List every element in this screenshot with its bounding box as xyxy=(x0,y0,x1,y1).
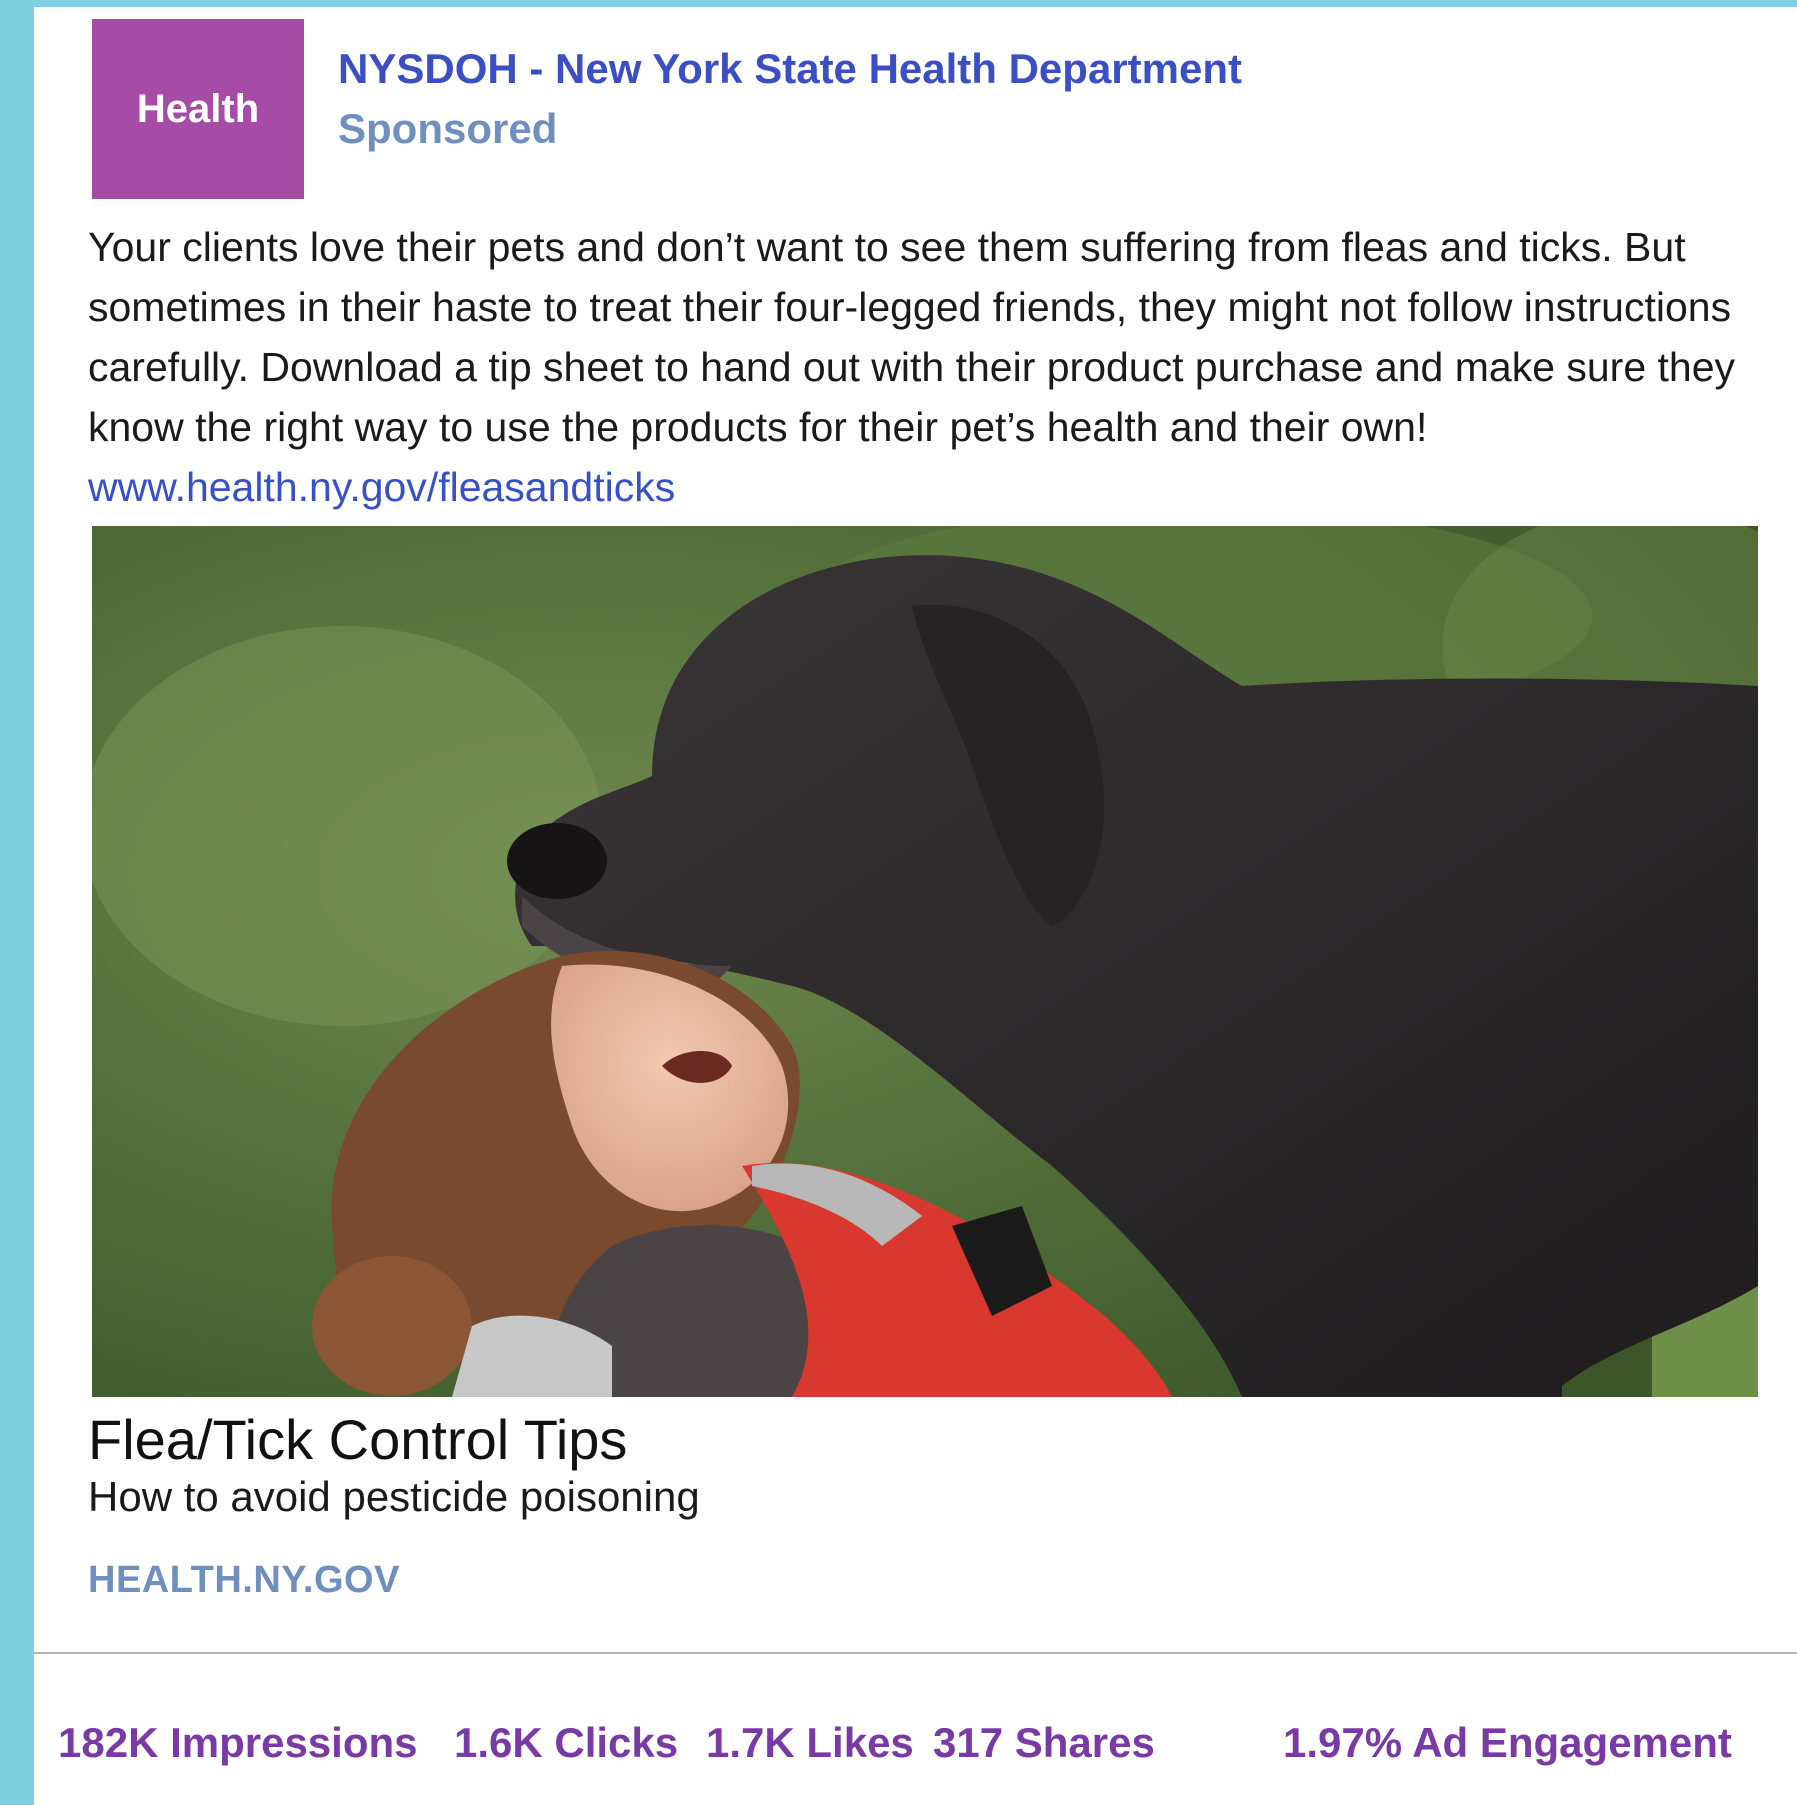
link-headline[interactable]: Flea/Tick Control Tips xyxy=(88,1407,627,1472)
stat-clicks: 1.6K Clicks xyxy=(454,1719,679,1766)
post-photo[interactable] xyxy=(92,526,1758,1397)
stats-bar: 182K Impressions 1.6K Clicks 1.7K Likes … xyxy=(58,1719,1778,1779)
post-body: Your clients love their pets and don’t w… xyxy=(88,217,1768,517)
page-avatar[interactable]: Health xyxy=(92,19,304,199)
sponsored-label: Sponsored xyxy=(338,105,558,152)
post-body-link[interactable]: www.health.ny.gov/fleasandticks xyxy=(88,464,675,510)
stat-impressions: 182K Impressions xyxy=(58,1719,418,1766)
link-domain[interactable]: HEALTH.NY.GOV xyxy=(88,1559,400,1602)
post-card: Health NYSDOH - New York State Health De… xyxy=(34,7,1797,1805)
stat-engagement: 1.97% Ad Engagement xyxy=(1283,1719,1732,1766)
stat-likes: 1.7K Likes xyxy=(706,1719,914,1766)
link-description: How to avoid pesticide poisoning xyxy=(88,1473,700,1520)
post-body-text: Your clients love their pets and don’t w… xyxy=(88,224,1736,450)
page-name-link[interactable]: NYSDOH - New York State Health Departmen… xyxy=(338,45,1242,93)
avatar-label: Health xyxy=(136,86,260,131)
dog-and-woman-photo xyxy=(92,526,1758,1397)
stats-divider xyxy=(34,1652,1797,1654)
stat-shares: 317 Shares xyxy=(933,1719,1155,1766)
